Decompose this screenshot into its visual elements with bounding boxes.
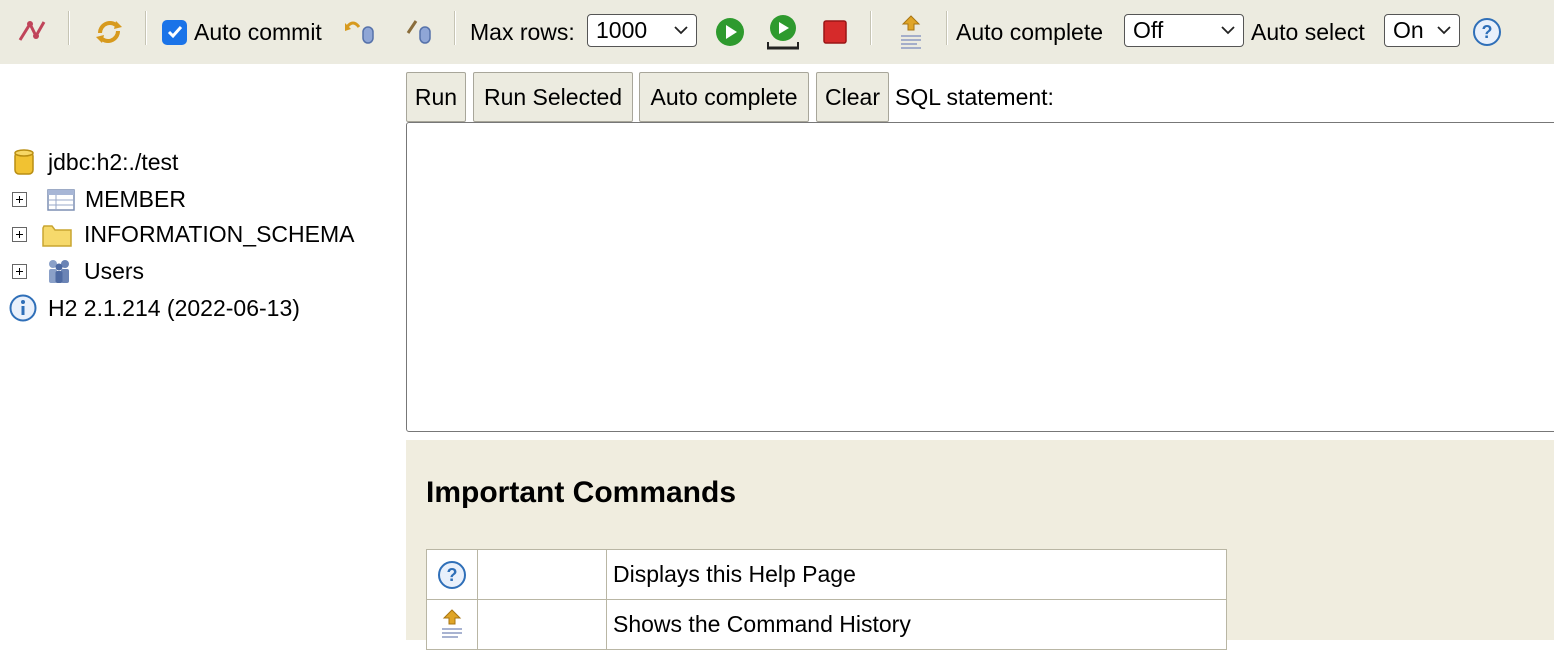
- table-row: ? Displays this Help Page: [426, 549, 1227, 600]
- table-cell-description: Shows the Command History: [606, 599, 1227, 650]
- rollback-icon: [345, 21, 374, 44]
- chevron-down-icon: [674, 26, 688, 35]
- max-rows-select[interactable]: 1000: [587, 14, 697, 47]
- tree-version: H2 2.1.214 (2022-06-13): [9, 294, 300, 322]
- auto-select-value: On: [1393, 17, 1424, 43]
- tree-item-label: INFORMATION_SCHEMA: [84, 221, 355, 247]
- chevron-down-icon: [1437, 26, 1451, 35]
- table-cell-shortcut: [477, 549, 607, 600]
- table-cell-icon: ?: [426, 549, 478, 600]
- help-icon: ?: [438, 560, 466, 589]
- help-icon: ?: [1473, 18, 1501, 46]
- auto-commit-checkbox[interactable]: [162, 19, 187, 45]
- expand-toggle[interactable]: [12, 192, 27, 207]
- refresh-icon: [96, 21, 122, 43]
- info-icon: [9, 294, 37, 322]
- chevron-down-icon: [1221, 26, 1235, 35]
- commit-button[interactable]: [404, 0, 436, 64]
- database-icon: [14, 149, 34, 175]
- history-icon: [901, 15, 921, 49]
- disconnect-icon: [18, 20, 46, 41]
- expand-toggle[interactable]: [12, 227, 27, 242]
- auto-complete-value: Off: [1133, 17, 1164, 43]
- svg-text:?: ?: [1482, 22, 1493, 42]
- toolbar-separator: [870, 11, 872, 45]
- run-icon: [716, 18, 744, 46]
- commands-table: ? Displays this Help Page Shows the Comm…: [426, 549, 1227, 650]
- tree-connection[interactable]: jdbc:h2:./test: [13, 148, 178, 176]
- clear-button[interactable]: Clear: [816, 72, 889, 122]
- auto-select-select[interactable]: On: [1384, 14, 1460, 47]
- max-rows-label: Max rows:: [470, 18, 575, 45]
- tree-item-label: Users: [84, 257, 145, 284]
- run-button[interactable]: Run: [406, 72, 466, 122]
- run-selected-button[interactable]: Run Selected: [473, 72, 633, 122]
- table-row: Shows the Command History: [426, 599, 1227, 650]
- max-rows-value: 1000: [596, 17, 648, 43]
- history-icon: [442, 608, 462, 638]
- table-cell-shortcut: [477, 599, 607, 650]
- tree-item-label: MEMBER: [85, 186, 186, 212]
- toolbar-separator: [454, 11, 456, 45]
- users-icon: [49, 260, 69, 283]
- stop-button[interactable]: [822, 0, 848, 64]
- svg-text:?: ?: [447, 565, 458, 585]
- tree-item-information-schema[interactable]: INFORMATION_SCHEMA: [12, 221, 354, 248]
- auto-commit-toggle[interactable]: Auto commit: [162, 0, 322, 64]
- execute-button[interactable]: [714, 0, 746, 64]
- max-rows-label-wrap: Max rows:: [470, 0, 575, 64]
- connection-label: jdbc:h2:./test: [48, 148, 179, 175]
- sql-editor[interactable]: [406, 122, 1554, 432]
- refresh-button[interactable]: [92, 0, 126, 64]
- toolbar: Auto commit Max rows: 1000 Auto complete…: [0, 0, 1554, 64]
- auto-complete-label-wrap: Auto complete: [956, 0, 1103, 64]
- execute-selected-button[interactable]: [764, 0, 802, 64]
- disconnect-button[interactable]: [16, 0, 48, 64]
- table-cell-icon: [426, 599, 478, 650]
- auto-select-label-wrap: Auto select: [1251, 0, 1365, 64]
- sql-statement-label: SQL statement:: [895, 84, 1054, 110]
- auto-complete-label: Auto complete: [956, 18, 1104, 45]
- history-button[interactable]: [897, 0, 925, 64]
- folder-icon: [42, 224, 72, 247]
- auto-select-label: Auto select: [1251, 18, 1365, 45]
- run-selected-icon: [767, 15, 799, 50]
- table-icon: [47, 188, 75, 211]
- toolbar-separator: [946, 11, 948, 45]
- table-cell-description: Displays this Help Page: [606, 549, 1227, 600]
- version-label: H2 2.1.214 (2022-06-13): [48, 294, 300, 321]
- help-title: Important Commands: [426, 476, 737, 509]
- stop-icon: [823, 20, 847, 44]
- tree-item-users[interactable]: Users: [12, 257, 144, 285]
- auto-complete-select[interactable]: Off: [1124, 14, 1244, 47]
- toolbar-separator: [68, 11, 70, 45]
- toolbar-separator: [145, 11, 147, 45]
- tree-item-member[interactable]: MEMBER: [12, 186, 186, 213]
- commit-icon: [406, 20, 431, 44]
- help-button[interactable]: ?: [1472, 0, 1502, 64]
- auto-complete-button[interactable]: Auto complete: [639, 72, 809, 122]
- checkmark-icon: [167, 26, 182, 39]
- rollback-button[interactable]: [343, 0, 379, 64]
- auto-commit-label: Auto commit: [194, 18, 322, 45]
- expand-toggle[interactable]: [12, 263, 27, 279]
